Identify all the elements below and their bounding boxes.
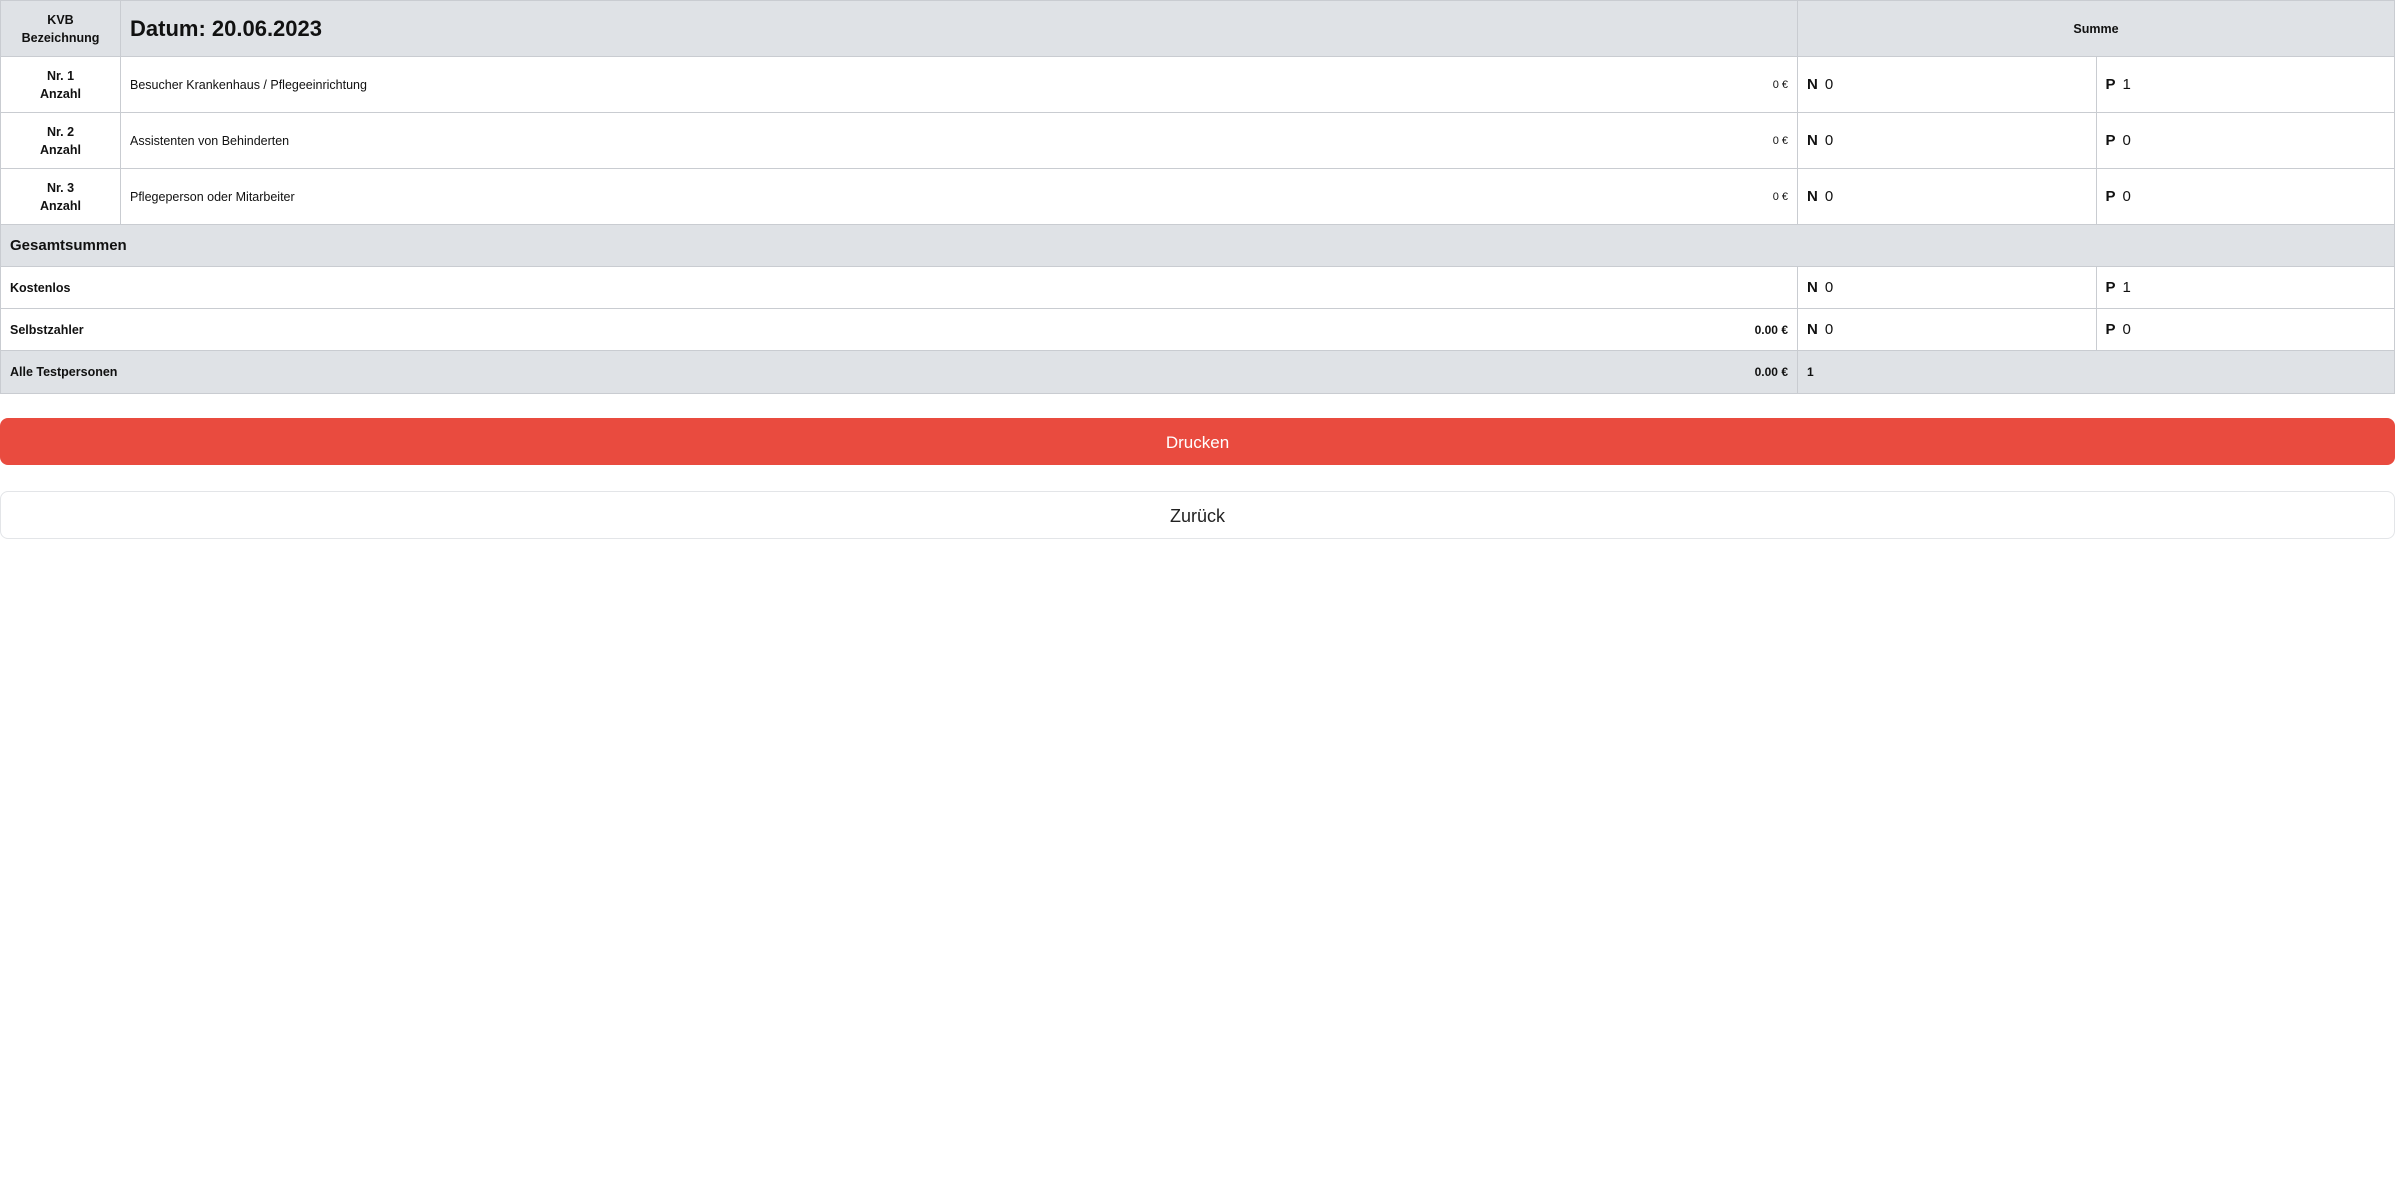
alle-testpersonen-row: Alle Testpersonen 0.00 € 1 — [0, 350, 2395, 394]
row-description: Assistenten von Behinderten — [130, 133, 290, 148]
kvb-label: KVB — [47, 12, 74, 27]
date-header-cell: Datum: 20.06.2023 — [120, 0, 1798, 57]
row-p-cell: P0 — [2095, 168, 2395, 225]
row-n-cell: N0 — [1797, 112, 2097, 169]
n-label: N — [1807, 279, 1818, 296]
p-label: P — [2105, 188, 2116, 205]
row-price: 0 € — [1772, 78, 1788, 91]
header-row: KVB Bezeichnung Datum: 20.06.2023 Summe — [0, 0, 2395, 57]
table-row: Nr. 2 Anzahl Assistenten von Behinderten… — [0, 112, 2395, 169]
selbstzahler-row: Selbstzahler 0.00 € N0 P0 — [0, 308, 2395, 351]
p-value: 0 — [2122, 188, 2131, 205]
selbstzahler-amount: 0.00 € — [1754, 322, 1788, 337]
summe-header-cell: Summe — [1797, 0, 2395, 57]
table-row: Nr. 3 Anzahl Pflegeperson oder Mitarbeit… — [0, 168, 2395, 225]
row-price: 0 € — [1772, 190, 1788, 203]
row-number: Nr. 3 — [46, 180, 75, 195]
p-label: P — [2105, 279, 2116, 296]
alle-testpersonen-label: Alle Testpersonen — [10, 365, 118, 379]
row-anzahl: Anzahl — [40, 198, 81, 213]
p-value: 0 — [2122, 132, 2131, 149]
p-value: 0 — [2122, 321, 2131, 338]
print-button[interactable]: Drucken — [0, 418, 2395, 465]
n-value: 0 — [1824, 76, 1834, 93]
row-id-cell: Nr. 1 Anzahl — [0, 56, 121, 113]
p-label: P — [2105, 132, 2116, 149]
row-number: Nr. 1 — [46, 68, 75, 83]
kvb-header-cell: KVB Bezeichnung — [0, 0, 121, 57]
totals-section-title: Gesamtsummen — [10, 236, 127, 254]
selbstzahler-label: Selbstzahler — [10, 322, 84, 337]
row-p-cell: P1 — [2095, 56, 2395, 113]
row-number: Nr. 2 — [46, 124, 75, 139]
back-button[interactable]: Zurück — [0, 491, 2395, 539]
p-label: P — [2105, 321, 2116, 338]
kostenlos-label: Kostenlos — [10, 280, 71, 295]
bezeichnung-label: Bezeichnung — [21, 30, 100, 45]
kostenlos-row: Kostenlos N0 P1 — [0, 266, 2395, 309]
n-label: N — [1807, 188, 1818, 205]
row-desc-cell: Besucher Krankenhaus / Pflegeeinrichtung… — [120, 56, 1798, 113]
row-anzahl: Anzahl — [40, 86, 81, 101]
row-description: Pflegeperson oder Mitarbeiter — [130, 189, 295, 204]
alle-testpersonen-count: 1 — [1807, 365, 1814, 379]
alle-testpersonen-amount: 0.00 € — [1754, 365, 1788, 379]
table-row: Nr. 1 Anzahl Besucher Krankenhaus / Pfle… — [0, 56, 2395, 113]
row-n-cell: N0 — [1797, 168, 2097, 225]
n-label: N — [1807, 132, 1818, 149]
p-value: 1 — [2122, 279, 2131, 296]
row-p-cell: P0 — [2095, 112, 2395, 169]
kostenlos-label-cell: Kostenlos — [0, 266, 1798, 309]
row-n-cell: N0 — [1797, 56, 2097, 113]
selbstzahler-p-cell: P0 — [2095, 308, 2395, 351]
n-value: 0 — [1824, 132, 1834, 149]
row-description: Besucher Krankenhaus / Pflegeeinrichtung — [130, 77, 367, 92]
n-label: N — [1807, 321, 1818, 338]
n-value: 0 — [1824, 188, 1834, 205]
n-value: 0 — [1824, 279, 1834, 296]
selbstzahler-n-cell: N0 — [1797, 308, 2097, 351]
kostenlos-n-cell: N0 — [1797, 266, 2097, 309]
page-title: Datum: 20.06.2023 — [130, 15, 322, 41]
alle-label-cell: Alle Testpersonen 0.00 € — [0, 350, 1798, 394]
p-value: 1 — [2122, 76, 2131, 93]
totals-section-row: Gesamtsummen — [0, 224, 2395, 267]
summe-label: Summe — [2073, 21, 2119, 36]
p-label: P — [2105, 76, 2116, 93]
totals-section-cell: Gesamtsummen — [0, 224, 2395, 267]
kostenlos-p-cell: P1 — [2095, 266, 2395, 309]
n-label: N — [1807, 76, 1818, 93]
row-id-cell: Nr. 3 Anzahl — [0, 168, 121, 225]
row-anzahl: Anzahl — [40, 142, 81, 157]
row-desc-cell: Assistenten von Behinderten 0 € — [120, 112, 1798, 169]
n-value: 0 — [1824, 321, 1834, 338]
row-id-cell: Nr. 2 Anzahl — [0, 112, 121, 169]
alle-count-cell: 1 — [1797, 350, 2395, 394]
selbstzahler-label-cell: Selbstzahler 0.00 € — [0, 308, 1798, 351]
report-table: KVB Bezeichnung Datum: 20.06.2023 Summe … — [0, 0, 2395, 394]
row-price: 0 € — [1772, 134, 1788, 147]
row-desc-cell: Pflegeperson oder Mitarbeiter 0 € — [120, 168, 1798, 225]
